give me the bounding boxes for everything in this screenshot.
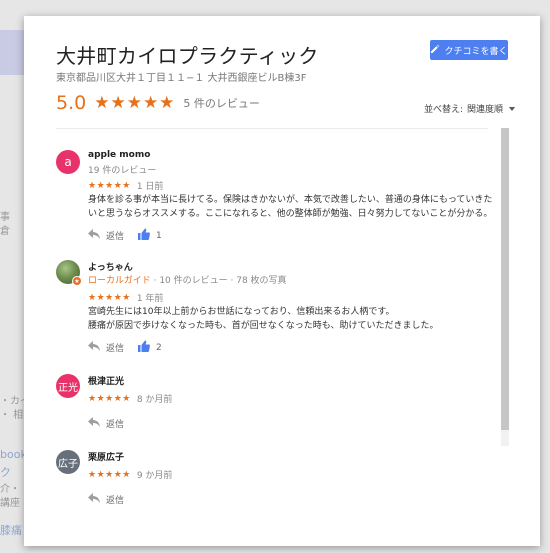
review-text-line: 腰痛が原因で歩けなくなった時も、首が回せなくなった時も、助けていただきました。 xyxy=(88,321,439,331)
background-text: 講座 xyxy=(0,498,20,509)
reviewer-name[interactable]: よっちゃん xyxy=(88,260,133,273)
review-actions: 返信 xyxy=(88,417,124,430)
reply-button[interactable]: 返信 xyxy=(88,229,124,242)
thumbs-up-icon xyxy=(138,340,150,355)
review-stars: ★★★★★ xyxy=(88,393,131,404)
review-item: ★ よっちゃん ローカルガイド · 10 件のレビュー · 78 枚の写真 ★★… xyxy=(56,260,496,360)
review-item: 広子 栗原広子 ★★★★★ 9 か月前 返信 xyxy=(56,450,496,510)
like-count: 2 xyxy=(156,342,162,353)
background-text: 倉 xyxy=(0,226,10,237)
chevron-down-icon xyxy=(509,106,516,111)
rating-stars: ★★★★★ xyxy=(94,93,176,113)
avatar-initial: a xyxy=(64,155,72,169)
reviewer-name[interactable]: apple momo xyxy=(88,150,150,160)
review-item: 正光 根津正光 ★★★★★ 8 か月前 返信 xyxy=(56,374,496,434)
reviewer-name[interactable]: 栗原広子 xyxy=(88,450,124,463)
local-guide-star-icon: ★ xyxy=(72,276,82,286)
review-actions: 返信 2 xyxy=(88,340,162,355)
review-actions: 返信 1 xyxy=(88,228,162,243)
review-rating: ★★★★★ 9 か月前 xyxy=(88,468,173,482)
background-link: ク xyxy=(0,466,11,479)
avatar[interactable]: 広子 xyxy=(56,450,80,474)
review-time: 8 か月前 xyxy=(136,395,173,405)
review-text-line: 宮崎先生には10年以上前からお世話になっており、信頼出来るお人柄です。 xyxy=(88,307,395,317)
reply-icon xyxy=(88,493,100,506)
reply-button[interactable]: 返信 xyxy=(88,341,124,354)
divider xyxy=(56,128,488,129)
background-highlight xyxy=(0,30,24,75)
avatar[interactable]: a xyxy=(56,150,80,174)
avatar-initial: 広子 xyxy=(58,458,78,470)
like-button[interactable]: 2 xyxy=(138,340,162,355)
reviewer-meta: ローカルガイド · 10 件のレビュー · 78 枚の写真 xyxy=(88,273,287,286)
reply-button[interactable]: 返信 xyxy=(88,417,124,430)
thumbs-up-icon xyxy=(138,228,150,243)
write-review-button[interactable]: クチコミを書く xyxy=(430,40,508,60)
review-count: 5 件のレビュー xyxy=(183,97,260,110)
like-count: 1 xyxy=(156,230,162,241)
write-review-label: クチコミを書く xyxy=(444,46,508,57)
background-link: 膝痛 xyxy=(0,524,22,537)
review-stars: ★★★★★ xyxy=(88,469,131,480)
review-time: 9 か月前 xyxy=(136,471,173,481)
sort-label: 並べ替え: xyxy=(424,105,464,115)
reply-icon xyxy=(88,229,100,242)
reply-icon xyxy=(88,341,100,354)
rating-value: 5.0 xyxy=(56,92,87,114)
review-text: 宮崎先生には10年以上前からお世話になっており、信頼出来るお人柄です。 腰痛が原… xyxy=(88,305,498,333)
sort-value: 関連度順 xyxy=(467,105,504,115)
reviewer-stats: · 10 件のレビュー · 78 枚の写真 xyxy=(153,276,287,286)
business-name: 大井町カイロプラクティック xyxy=(56,44,319,68)
background-link: book xyxy=(0,448,27,461)
sort-dropdown[interactable]: 並べ替え: 関連度順 xyxy=(424,102,516,115)
reviews-dialog: 大井町カイロプラクティック 東京都品川区大井１丁目１１−１ 大井西銀座ビルB棟3… xyxy=(24,16,540,546)
reply-button[interactable]: 返信 xyxy=(88,493,124,506)
reply-label: 返信 xyxy=(106,232,125,242)
reply-icon xyxy=(88,417,100,430)
review-rating: ★★★★★ 1 年前 xyxy=(88,291,164,305)
pencil-icon xyxy=(430,44,440,57)
business-address: 東京都品川区大井１丁目１１−１ 大井西銀座ビルB棟3F xyxy=(56,73,307,84)
review-item: a apple momo 19 件のレビュー ★★★★★ 1 日前 身体を診る事… xyxy=(56,150,496,250)
reviewer-meta: 19 件のレビュー xyxy=(88,166,157,176)
avatar-initial: 正光 xyxy=(58,382,78,394)
reviewer-name[interactable]: 根津正光 xyxy=(88,374,124,387)
review-actions: 返信 xyxy=(88,493,124,506)
scrollbar-thumb[interactable] xyxy=(501,128,509,430)
reply-label: 返信 xyxy=(106,420,125,430)
review-stars: ★★★★★ xyxy=(88,180,131,191)
review-time: 1 日前 xyxy=(136,182,164,192)
background-text: 事 xyxy=(0,212,10,223)
local-guide-label: ローカルガイド xyxy=(88,276,151,286)
review-text: 身体を診る事が本当に長けてる。保険はきかないが、本気で改善したい、普通の身体にも… xyxy=(88,195,493,219)
like-button[interactable]: 1 xyxy=(138,228,162,243)
rating-summary: 5.0 ★★★★★ 5 件のレビュー xyxy=(56,92,260,114)
reply-label: 返信 xyxy=(106,344,125,354)
review-rating: ★★★★★ 1 日前 xyxy=(88,179,164,193)
avatar[interactable]: 正光 xyxy=(56,374,80,398)
review-stars: ★★★★★ xyxy=(88,292,131,303)
review-time: 1 年前 xyxy=(136,294,164,304)
reply-label: 返信 xyxy=(106,496,125,506)
review-rating: ★★★★★ 8 か月前 xyxy=(88,392,173,406)
background-text: ・ 相 xyxy=(0,410,24,421)
